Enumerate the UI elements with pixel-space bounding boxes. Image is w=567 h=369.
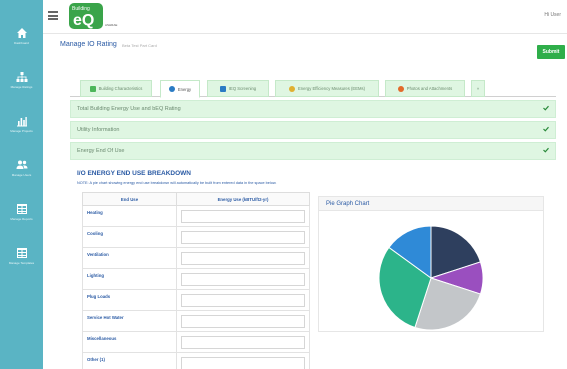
page-subtitle: Beta Test Part Card bbox=[122, 43, 157, 48]
end-use-table: End Use Energy Use (kBTU/ft2-yr) Heating… bbox=[82, 192, 310, 369]
building-eq-logo[interactable]: Building eQ ASHRAE bbox=[69, 3, 119, 29]
chart-icon bbox=[219, 85, 226, 92]
check-icon bbox=[543, 147, 549, 153]
table-icon bbox=[16, 248, 27, 258]
table-row: Cooling bbox=[82, 226, 310, 248]
energy-use-input[interactable] bbox=[181, 293, 305, 307]
top-bar: Building eQ ASHRAE Hi User bbox=[43, 0, 567, 34]
table-row: Service Hot Water bbox=[82, 310, 310, 332]
table-row: Plug Loads bbox=[82, 289, 310, 311]
tab-building-characteristics[interactable]: Building Characteristics bbox=[80, 80, 152, 97]
energy-use-input[interactable] bbox=[181, 314, 305, 328]
pie-chart-card: Pie Graph Chart bbox=[318, 196, 544, 332]
tab-bar: Building Characteristics Energy IEQ Scre… bbox=[70, 77, 556, 98]
section-title: I/O ENERGY END USE BREAKDOWN bbox=[77, 170, 192, 177]
end-use-label: Lighting bbox=[82, 268, 177, 290]
menu-icon[interactable] bbox=[48, 11, 58, 20]
sidebar-item-label: Manage Templates bbox=[8, 261, 35, 265]
end-use-label: Service Hot Water bbox=[82, 310, 177, 332]
pie-chart bbox=[378, 225, 484, 331]
table-row: Ventilation bbox=[82, 247, 310, 269]
energy-use-input[interactable] bbox=[181, 230, 305, 244]
svg-text:eQ: eQ bbox=[73, 12, 94, 29]
tab-photos-attachments[interactable]: Photos and Attachments bbox=[385, 80, 465, 97]
submit-button[interactable]: Submit bbox=[537, 45, 565, 59]
end-use-label: Cooling bbox=[82, 226, 177, 248]
users-icon bbox=[16, 160, 27, 169]
section-note: NOTE: A pie chart showing energy end use… bbox=[77, 181, 277, 185]
table-row: Other (1) bbox=[82, 352, 310, 369]
sidebar-item-label: Dashboard bbox=[14, 41, 29, 45]
camera-icon bbox=[397, 85, 404, 92]
sidebar-item-label: Manage Users bbox=[11, 173, 32, 177]
page-title: Manage IO Rating bbox=[60, 41, 117, 48]
sidebar-item-projects[interactable]: Manage Projects bbox=[0, 102, 43, 146]
energy-use-input[interactable] bbox=[181, 251, 305, 265]
end-use-label: Miscellaneous bbox=[82, 331, 177, 353]
end-use-label: Other (1) bbox=[82, 352, 177, 369]
check-icon bbox=[543, 126, 549, 132]
check-icon bbox=[543, 105, 549, 111]
home-icon bbox=[16, 28, 27, 38]
energy-use-input[interactable] bbox=[181, 272, 305, 286]
table-icon bbox=[16, 204, 27, 214]
table-header-row: End Use Energy Use (kBTU/ft2-yr) bbox=[82, 192, 310, 206]
table-row: Heating bbox=[82, 205, 310, 227]
sidebar: Dashboard Manage Ratings Manage Projects… bbox=[0, 0, 43, 369]
tab-more[interactable]: » bbox=[471, 80, 485, 97]
bar-chart-icon bbox=[16, 117, 27, 127]
column-header-end-use: End Use bbox=[82, 192, 177, 206]
end-use-label: Ventilation bbox=[82, 247, 177, 269]
svg-text:ASHRAE: ASHRAE bbox=[105, 23, 117, 27]
energy-use-input[interactable] bbox=[181, 209, 305, 223]
accordion-utility-information[interactable]: Utility Information bbox=[70, 121, 556, 139]
sidebar-item-users[interactable]: Manage Users bbox=[0, 146, 43, 190]
energy-use-input[interactable] bbox=[181, 335, 305, 349]
org-chart-icon bbox=[16, 72, 27, 82]
energy-use-input[interactable] bbox=[181, 356, 305, 369]
column-header-energy-use: Energy Use (kBTU/ft2-yr) bbox=[176, 192, 310, 206]
sidebar-item-dashboard[interactable]: Dashboard bbox=[0, 14, 43, 58]
tab-energy-efficiency-measures[interactable]: Energy Efficiency Measures (EEMs) bbox=[275, 80, 379, 97]
sidebar-item-label: Manage Ratings bbox=[10, 85, 33, 89]
accordion-total-building-energy[interactable]: Total Building Energy Use and bEQ Rating bbox=[70, 100, 556, 118]
gear-icon bbox=[289, 85, 296, 92]
tab-ieq-screening[interactable]: IEQ Screening bbox=[207, 80, 269, 97]
user-menu[interactable]: Hi User bbox=[544, 12, 561, 18]
accordion-energy-end-use[interactable]: Energy End Of Use bbox=[70, 142, 556, 160]
end-use-label: Heating bbox=[82, 205, 177, 227]
sidebar-item-label: Manage Reports bbox=[10, 217, 33, 221]
sidebar-item-reports[interactable]: Manage Reports bbox=[0, 190, 43, 234]
building-icon bbox=[89, 85, 96, 92]
lightbulb-icon bbox=[168, 86, 175, 92]
sidebar-item-ratings[interactable]: Manage Ratings bbox=[0, 58, 43, 102]
double-chevron-right-icon: » bbox=[476, 86, 480, 91]
tab-energy[interactable]: Energy bbox=[160, 80, 200, 98]
sidebar-item-templates[interactable]: Manage Templates bbox=[0, 234, 43, 278]
sidebar-item-label: Manage Projects bbox=[10, 129, 33, 133]
end-use-label: Plug Loads bbox=[82, 289, 177, 311]
table-row: Lighting bbox=[82, 268, 310, 290]
table-row: Miscellaneous bbox=[82, 331, 310, 353]
